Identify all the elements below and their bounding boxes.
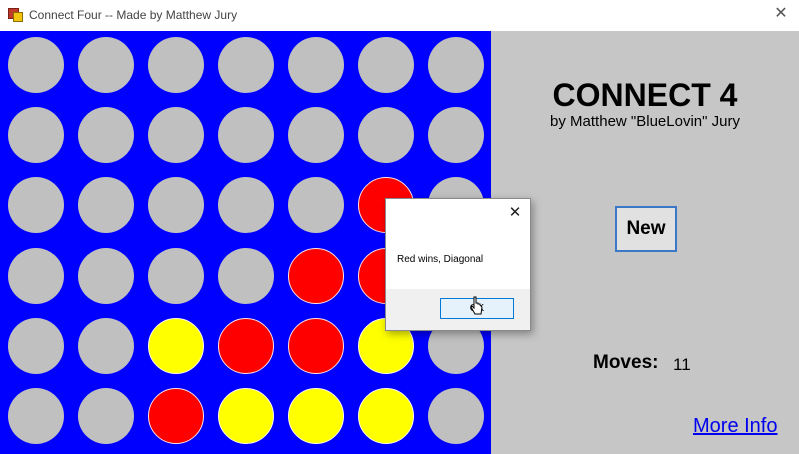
side-panel: CONNECT 4 by Matthew "BlueLovin" Jury Ne… bbox=[491, 31, 799, 454]
board-slot-empty[interactable] bbox=[358, 107, 414, 163]
board-slot-empty[interactable] bbox=[428, 107, 484, 163]
board-slot-yellow[interactable] bbox=[218, 388, 274, 444]
board-slot-empty[interactable] bbox=[358, 37, 414, 93]
board-slot-empty[interactable] bbox=[78, 107, 134, 163]
board-slot-empty[interactable] bbox=[8, 248, 64, 304]
board-slot-empty[interactable] bbox=[78, 37, 134, 93]
more-info-link[interactable]: More Info bbox=[693, 415, 777, 438]
board-slot-yellow[interactable] bbox=[358, 388, 414, 444]
board-slot-empty[interactable] bbox=[218, 248, 274, 304]
board-slot-empty[interactable] bbox=[148, 177, 204, 233]
board-slot-red[interactable] bbox=[218, 318, 274, 374]
app-icon bbox=[8, 8, 23, 22]
board-slot-empty[interactable] bbox=[288, 177, 344, 233]
board-slot-empty[interactable] bbox=[8, 107, 64, 163]
board-slot-empty[interactable] bbox=[288, 37, 344, 93]
board-slot-empty[interactable] bbox=[218, 177, 274, 233]
author-byline: by Matthew "BlueLovin" Jury bbox=[550, 113, 740, 130]
mouse-cursor-icon bbox=[470, 296, 483, 315]
board-slot-yellow[interactable] bbox=[148, 318, 204, 374]
board-slot-red[interactable] bbox=[148, 388, 204, 444]
win-dialog: ✕ Red wins, Diagonal OK bbox=[385, 198, 531, 331]
game-title: CONNECT 4 bbox=[552, 77, 738, 113]
board-slot-empty[interactable] bbox=[428, 37, 484, 93]
moves-count: 11 bbox=[673, 355, 691, 374]
new-game-button[interactable]: New bbox=[615, 206, 677, 252]
window-close-icon[interactable]: ✕ bbox=[769, 4, 793, 24]
board-slot-empty[interactable] bbox=[148, 107, 204, 163]
board-slot-empty[interactable] bbox=[78, 388, 134, 444]
board-slot-empty[interactable] bbox=[8, 388, 64, 444]
board-slot-red[interactable] bbox=[288, 318, 344, 374]
board-slot-empty[interactable] bbox=[8, 37, 64, 93]
board-slot-empty[interactable] bbox=[288, 107, 344, 163]
title-bar: Connect Four -- Made by Matthew Jury ✕ bbox=[0, 0, 799, 32]
board-slot-empty[interactable] bbox=[428, 388, 484, 444]
board-slot-empty[interactable] bbox=[78, 248, 134, 304]
moves-label: Moves: bbox=[593, 352, 659, 373]
board-slot-empty[interactable] bbox=[78, 318, 134, 374]
board-slot-empty[interactable] bbox=[8, 318, 64, 374]
window-title: Connect Four -- Made by Matthew Jury bbox=[29, 8, 238, 22]
board-slot-empty[interactable] bbox=[148, 248, 204, 304]
dialog-close-icon[interactable]: ✕ bbox=[506, 204, 524, 222]
board-slot-empty[interactable] bbox=[218, 37, 274, 93]
board-slot-yellow[interactable] bbox=[288, 388, 344, 444]
dialog-message: Red wins, Diagonal bbox=[397, 254, 484, 265]
board-slot-empty[interactable] bbox=[8, 177, 64, 233]
board-slot-empty[interactable] bbox=[218, 107, 274, 163]
board-slot-red[interactable] bbox=[288, 248, 344, 304]
board-slot-empty[interactable] bbox=[78, 177, 134, 233]
board-slot-empty[interactable] bbox=[148, 37, 204, 93]
dialog-body: ✕ Red wins, Diagonal bbox=[386, 199, 530, 289]
